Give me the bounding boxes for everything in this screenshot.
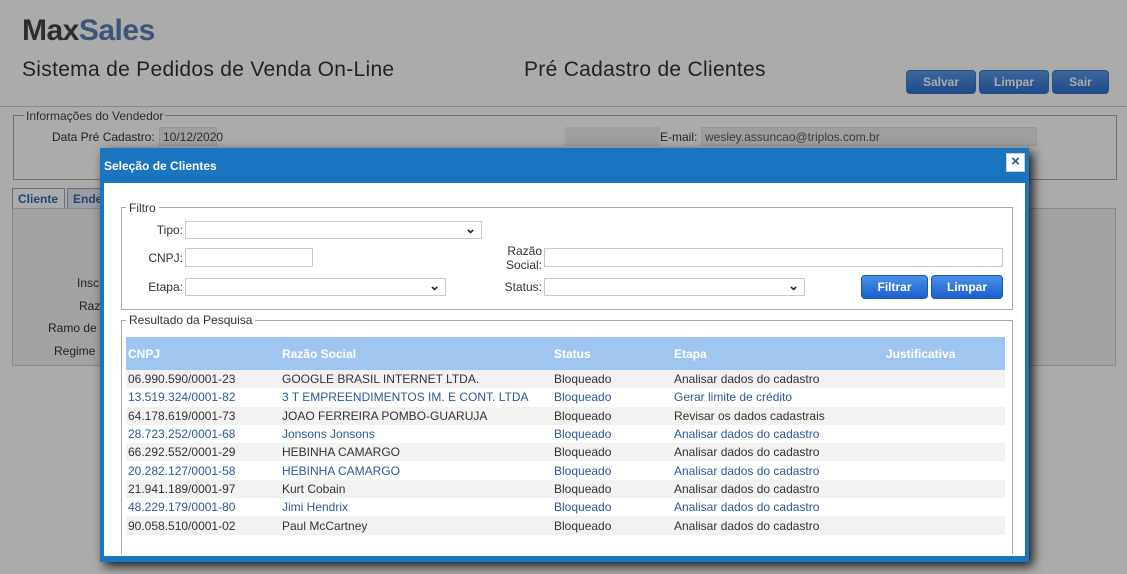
- table-row[interactable]: 20.282.127/0001-58 HEBINHA CAMARGO Bloquea…: [126, 461, 1005, 480]
- tipo-label: Tipo:: [156, 223, 183, 237]
- cell-razao: HEBINHA CAMARGO: [280, 461, 552, 480]
- etapa-select[interactable]: ⌄: [185, 278, 446, 296]
- cell-etapa: Analisar dados do cadastro: [672, 498, 884, 517]
- cell-status: Bloqueado: [552, 498, 672, 517]
- cell-cnpj: 48.229.179/0001-80: [126, 498, 280, 517]
- cell-status: Bloqueado: [552, 516, 672, 535]
- column-header-razao[interactable]: Razão Social: [280, 337, 552, 370]
- cell-status: Bloqueado: [552, 479, 672, 499]
- cell-justificativa: [884, 388, 1005, 407]
- chevron-down-icon: ⌄: [429, 278, 440, 293]
- dialog-title: Seleção de Clientes: [104, 159, 217, 173]
- filter-legend: Filtro: [126, 201, 159, 215]
- cell-justificativa: [884, 424, 1005, 444]
- cell-cnpj: 64.178.619/0001-73: [126, 406, 280, 425]
- tipo-select[interactable]: ⌄: [185, 221, 482, 239]
- cell-razao: GOOGLE BRASIL INTERNET LTDA.: [280, 370, 552, 389]
- table-header-row: CNPJ Razão Social Status Etapa Justifica…: [126, 337, 1005, 370]
- column-header-cnpj[interactable]: CNPJ: [126, 337, 280, 370]
- cell-justificativa: [884, 370, 1005, 389]
- cell-cnpj: 13.519.324/0001-82: [126, 388, 280, 407]
- cell-razao: HEBINHA CAMARGO: [280, 443, 552, 462]
- cell-cnpj: 21.941.189/0001-97: [126, 479, 280, 499]
- cell-cnpj: 20.282.127/0001-58: [126, 461, 280, 480]
- column-header-status[interactable]: Status: [552, 337, 672, 370]
- cell-razao: Kurt Cobain: [280, 479, 552, 499]
- chevron-down-icon: ⌄: [788, 278, 799, 293]
- cell-justificativa: [884, 479, 1005, 499]
- chevron-down-icon: ⌄: [465, 221, 476, 236]
- cell-justificativa: [884, 461, 1005, 480]
- cell-justificativa: [884, 406, 1005, 425]
- cell-status: Bloqueado: [552, 388, 672, 407]
- table-row[interactable]: 21.941.189/0001-97 Kurt Cobain Bloqueado An…: [126, 479, 1005, 499]
- cell-razao: JOAO FERREIRA POMBO-GUARUJA: [280, 406, 552, 425]
- cell-razao: Paul McCartney: [280, 516, 552, 535]
- cell-status: Bloqueado: [552, 424, 672, 444]
- cell-etapa: Analisar dados do cadastro: [672, 516, 884, 535]
- table-row[interactable]: 06.990.590/0001-23 GOOGLE BRASIL INTERNET…: [126, 370, 1005, 389]
- cell-etapa: Analisar dados do cadastro: [672, 424, 884, 444]
- table-row[interactable]: 90.058.510/0001-02 Paul McCartney Bloquead…: [126, 516, 1005, 535]
- dialog-body: Filtro Tipo: ⌄ CNPJ: Etapa: ⌄ Razão Soci…: [104, 183, 1025, 556]
- table-row[interactable]: 13.519.324/0001-82 3 T EMPREENDIMENTOS IM…: [126, 388, 1005, 407]
- cell-justificativa: [884, 498, 1005, 517]
- cell-cnpj: 90.058.510/0001-02: [126, 516, 280, 535]
- razao-label-line2: Social:: [505, 258, 542, 272]
- cell-cnpj: 06.990.590/0001-23: [126, 370, 280, 389]
- column-header-justificativa[interactable]: Justificativa: [884, 337, 1005, 370]
- close-icon[interactable]: ×: [1006, 153, 1025, 172]
- etapa-label: Etapa:: [148, 280, 183, 294]
- cnpj-input[interactable]: [185, 248, 313, 267]
- table-row[interactable]: 66.292.552/0001-29 HEBINHA CAMARGO Bloquea…: [126, 443, 1005, 462]
- cell-status: Bloqueado: [552, 443, 672, 462]
- results-body: 06.990.590/0001-23 GOOGLE BRASIL INTERNET…: [126, 370, 1005, 535]
- cell-etapa: Analisar dados do cadastro: [672, 370, 884, 389]
- razao-label-line1: Razão: [507, 244, 542, 258]
- cell-etapa: Analisar dados do cadastro: [672, 479, 884, 499]
- cell-etapa: Gerar limite de crédito: [672, 388, 884, 407]
- cell-cnpj: 66.292.552/0001-29: [126, 443, 280, 462]
- results-table: CNPJ Razão Social Status Etapa Justifica…: [126, 337, 1005, 535]
- cnpj-label: CNPJ:: [148, 251, 183, 265]
- cell-etapa: Analisar dados do cadastro: [672, 443, 884, 462]
- status-label: Status:: [504, 280, 542, 294]
- status-select[interactable]: ⌄: [544, 278, 805, 296]
- cell-status: Bloqueado: [552, 370, 672, 389]
- cell-justificativa: [884, 443, 1005, 462]
- table-row[interactable]: 28.723.252/0001-68 Jonsons Jonsons Bloquea…: [126, 424, 1005, 444]
- cell-cnpj: 28.723.252/0001-68: [126, 424, 280, 444]
- table-row[interactable]: 48.229.179/0001-80 Jimi Hendrix Bloqueado A…: [126, 498, 1005, 517]
- cell-razao: Jonsons Jonsons: [280, 424, 552, 444]
- client-selection-dialog: Seleção de Clientes × Filtro Tipo: ⌄ CNP…: [100, 148, 1029, 562]
- clear-filter-button[interactable]: Limpar: [931, 275, 1003, 299]
- filter-button[interactable]: Filtrar: [861, 275, 928, 299]
- cell-etapa: Revisar os dados cadastrais: [672, 406, 884, 425]
- results-legend: Resultado da Pesquisa: [126, 313, 256, 327]
- cell-razao: 3 T EMPREENDIMENTOS IM. E CONT. LTDA: [280, 388, 552, 407]
- razao-social-input[interactable]: [544, 248, 1003, 267]
- cell-status: Bloqueado: [552, 406, 672, 425]
- column-header-etapa[interactable]: Etapa: [672, 337, 884, 370]
- cell-status: Bloqueado: [552, 461, 672, 480]
- cell-razao: Jimi Hendrix: [280, 498, 552, 517]
- cell-etapa: Analisar dados do cadastro: [672, 461, 884, 480]
- cell-justificativa: [884, 516, 1005, 535]
- table-row[interactable]: 64.178.619/0001-73 JOAO FERREIRA POMBO-GU…: [126, 406, 1005, 425]
